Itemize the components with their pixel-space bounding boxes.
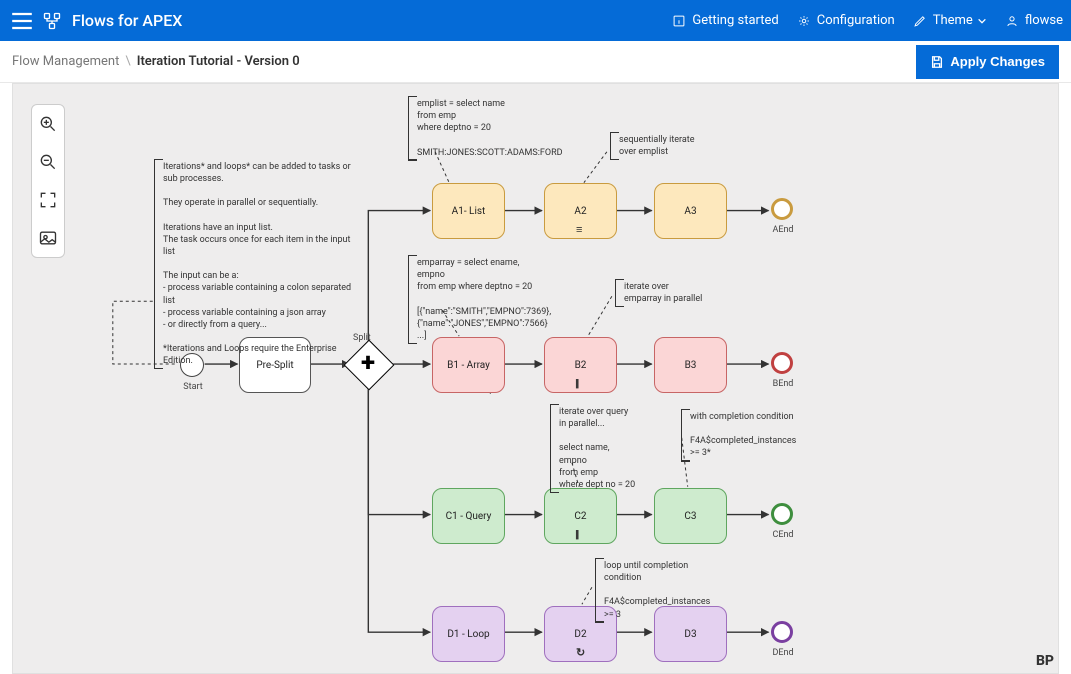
parallel-multi-instance-icon: ||| (575, 528, 577, 541)
task-d1[interactable]: D1 - Loop (432, 606, 505, 662)
task-label: A2 (574, 206, 586, 217)
start-event-label: Start (173, 382, 213, 392)
end-event-c[interactable] (771, 503, 793, 525)
task-label: B3 (685, 360, 697, 371)
task-label: D1 - Loop (447, 629, 489, 640)
end-event-label: DEnd (763, 648, 803, 658)
bpmn-io-logo: BP (1036, 653, 1054, 669)
app-title: Flows for APEX (72, 11, 182, 30)
text-annotation-d-loop[interactable]: loop until completion condition F4A$comp… (595, 558, 725, 623)
text-annotation-c-query[interactable]: iterate over query in parallel... select… (550, 404, 643, 493)
end-event-d[interactable] (771, 621, 793, 643)
task-label: B1 - Array (447, 360, 490, 371)
nav-configuration[interactable]: Configuration (797, 13, 895, 28)
breadcrumb-root[interactable]: Flow Management (12, 54, 119, 69)
task-a3[interactable]: A3 (654, 183, 727, 239)
task-c3[interactable]: C3 (654, 488, 727, 544)
end-event-label: AEnd (763, 225, 803, 235)
text-annotation-b-par[interactable]: iterate over emparray in parallel (615, 279, 710, 307)
text-annotation-b-array[interactable]: emparray = select ename, empno from emp … (408, 255, 553, 344)
nav-user[interactable]: flowse (1005, 13, 1063, 28)
breadcrumb-sep: \ (125, 54, 130, 69)
task-label: C3 (684, 511, 696, 522)
text-annotation-a-seq[interactable]: sequentially iterate over emplist (610, 132, 710, 160)
sequential-multi-instance-icon: ≡ (576, 223, 582, 236)
task-c2[interactable]: C2 (544, 488, 617, 544)
app-header: Flows for APEX Getting started Configura… (0, 0, 1071, 41)
task-label: D2 (574, 629, 586, 640)
apply-changes-label: Apply Changes (950, 54, 1045, 69)
app-logo-icon (42, 11, 62, 31)
task-label: C1 - Query (446, 511, 492, 522)
breadcrumb-bar: Flow Management \ Iteration Tutorial - V… (0, 41, 1071, 83)
end-event-b[interactable] (771, 352, 793, 374)
parallel-multi-instance-icon: ||| (575, 377, 577, 390)
end-event-label: CEnd (763, 530, 803, 540)
task-label: D3 (684, 629, 696, 640)
apply-changes-button[interactable]: Apply Changes (916, 45, 1059, 79)
nav-label: Getting started (692, 13, 778, 28)
task-b1[interactable]: B1 - Array (432, 337, 505, 393)
nav-label: flowse (1025, 13, 1063, 28)
loop-icon: ↻ (576, 646, 585, 659)
end-event-label: BEnd (763, 379, 803, 389)
nav-getting-started[interactable]: Getting started (672, 13, 778, 28)
page-title: Iteration Tutorial - Version 0 (137, 54, 300, 69)
task-label: C2 (574, 511, 586, 522)
task-b2[interactable]: B2 (544, 337, 617, 393)
task-label: A3 (684, 206, 696, 217)
end-event-a[interactable] (771, 198, 793, 220)
nav-label: Theme (933, 13, 973, 28)
nav-label: Configuration (817, 13, 895, 28)
nav-theme[interactable]: Theme (913, 13, 987, 28)
task-b3[interactable]: B3 (654, 337, 727, 393)
text-annotation-main[interactable]: Iterations* and loops* can be added to t… (154, 159, 359, 369)
text-annotation-c-cond[interactable]: with completion condition F4A$completed_… (681, 409, 811, 462)
chevron-down-icon (977, 16, 987, 26)
task-label: B2 (575, 360, 587, 371)
task-label: A1- List (452, 206, 486, 217)
text-annotation-a-list[interactable]: emplist = select name from emp where dep… (408, 96, 573, 161)
task-c1[interactable]: C1 - Query (432, 488, 505, 544)
bpmn-canvas[interactable]: Start Pre-Split + Split A1- List A2 ≡ A3… (12, 83, 1059, 674)
hamburger-button[interactable] (8, 7, 36, 35)
task-a1[interactable]: A1- List (432, 183, 505, 239)
